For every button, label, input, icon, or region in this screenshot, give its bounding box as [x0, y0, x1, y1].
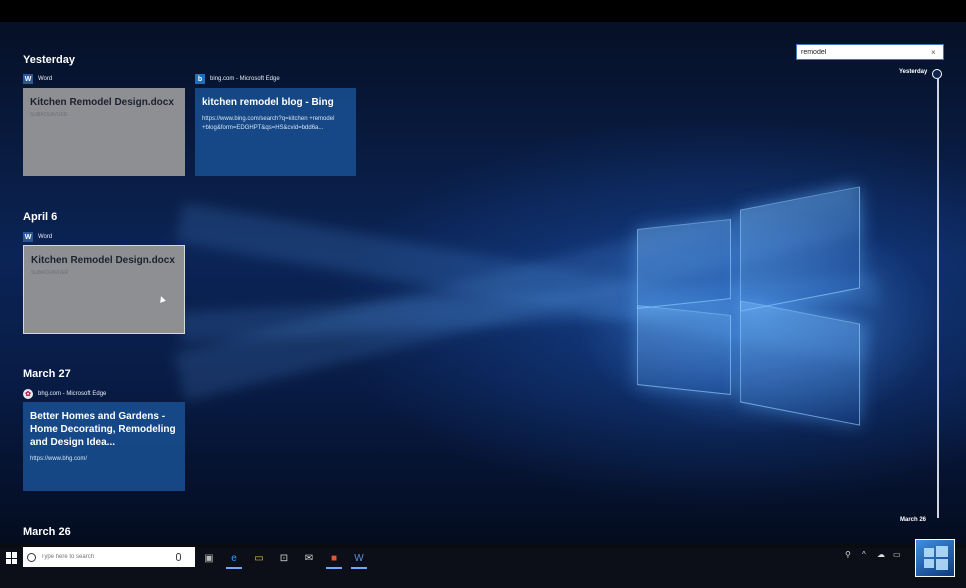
windows-logo-pane: [637, 305, 731, 395]
windows-logo-icon: [936, 546, 948, 557]
start-button[interactable]: [6, 552, 18, 564]
app-label-word: W Word: [23, 232, 52, 242]
section-heading-april-6: April 6: [23, 211, 58, 223]
section-heading-march-26: March 26: [23, 526, 71, 538]
windows-logo-icon: [924, 548, 934, 557]
taskbar-search-box[interactable]: [23, 547, 195, 567]
word-icon: W: [23, 74, 33, 84]
microphone-icon[interactable]: [176, 553, 181, 561]
section-heading-yesterday: Yesterday: [23, 54, 75, 66]
word-icon: W: [23, 232, 33, 242]
app-label-text: bhg.com - Microsoft Edge: [38, 391, 107, 397]
office-icon[interactable]: ■: [323, 548, 345, 569]
file-explorer-icon[interactable]: ▭: [248, 548, 270, 568]
app-label-text: Word: [38, 234, 53, 240]
timeline-top-label: Yesterday: [899, 69, 928, 75]
card-url: https://www.bhg.com/: [30, 456, 88, 462]
clear-search-icon[interactable]: ×: [931, 48, 936, 57]
timeline-scrollbar[interactable]: [937, 78, 939, 518]
chevron-up-icon[interactable]: ^: [862, 550, 866, 559]
word-icon[interactable]: W: [348, 548, 370, 569]
cortana-icon: [27, 552, 36, 562]
timeline-bottom-label: March 26: [900, 517, 927, 523]
store-icon[interactable]: ⊡: [273, 548, 295, 568]
activity-card-word-doc[interactable]: Kitchen Remodel Design.docx SUBACEAVUER: [23, 245, 185, 334]
app-label-text: Word: [38, 76, 53, 82]
mail-icon[interactable]: ✉: [298, 548, 320, 568]
card-title: Kitchen Remodel Design.docx: [31, 255, 175, 266]
windows-logo-icon: [936, 559, 948, 570]
onedrive-icon[interactable]: ☁: [877, 550, 885, 559]
card-url: https://www.bing.com/search?q=kitchen +r…: [202, 116, 335, 131]
activity-card-word-doc[interactable]: Kitchen Remodel Design.docx SUBACEAVUER: [23, 88, 185, 176]
taskbar-search-input[interactable]: [41, 554, 171, 560]
task-view-icon[interactable]: ▣: [198, 548, 220, 568]
card-title: Better Homes and Gardens - Home Decorati…: [30, 411, 176, 448]
app-label-edge: b bing.com - Microsoft Edge: [195, 74, 280, 84]
activity-card-bhg-site[interactable]: Better Homes and Gardens - Home Decorati…: [23, 402, 185, 491]
timeline-search-box[interactable]: ×: [796, 44, 944, 60]
section-heading-march-27: March 27: [23, 368, 71, 380]
edge-icon[interactable]: e: [223, 548, 245, 569]
timeline-search-input[interactable]: [801, 48, 931, 56]
activity-card-bing-search[interactable]: kitchen remodel blog - Bing https://www.…: [195, 88, 356, 176]
mouse-cursor-icon: [158, 295, 166, 303]
app-label-word: W Word: [23, 74, 52, 84]
card-title: kitchen remodel blog - Bing: [202, 97, 334, 108]
desktop-preview-thumbnail[interactable]: [915, 539, 955, 577]
card-subtitle: SUBACEAVUER: [30, 112, 68, 118]
app-label-edge: ✿ bhg.com - Microsoft Edge: [23, 389, 106, 399]
card-subtitle: SUBACEAVUER: [31, 270, 69, 276]
bhg-icon: ✿: [23, 389, 33, 399]
card-title: Kitchen Remodel Design.docx: [30, 97, 174, 108]
windows-logo-pane: [637, 219, 731, 309]
app-label-text: bing.com - Microsoft Edge: [210, 76, 280, 82]
windows-logo-icon: [924, 559, 934, 568]
people-icon[interactable]: ⚲: [845, 550, 851, 559]
bing-icon: b: [195, 74, 205, 84]
battery-icon[interactable]: ▭: [893, 550, 901, 559]
